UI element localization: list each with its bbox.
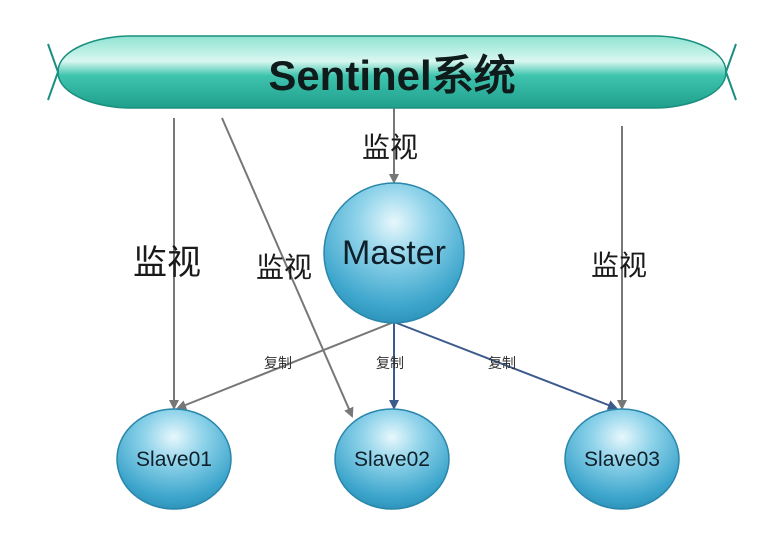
monitor-label-slave02: 监视	[256, 251, 313, 284]
replicate-label-slave02: 复制	[376, 356, 404, 372]
replicate-label-slave01: 复制	[264, 356, 292, 372]
replicate-label-slave03: 复制	[488, 356, 516, 372]
monitor-label-slave03: 监视	[591, 249, 648, 282]
banner-title: Sentinel系统	[268, 51, 516, 99]
monitor-label-master: 监视	[362, 131, 419, 164]
sentinel-diagram: Sentinel系统 监视 监视 监视 监视 复制 复制 复制 Master S…	[0, 0, 783, 542]
slave03-label: Slave03	[584, 448, 660, 471]
slave02-label: Slave02	[354, 448, 430, 471]
slave01-label: Slave01	[136, 448, 212, 471]
master-label: Master	[342, 233, 446, 272]
monitor-label-slave01: 监视	[133, 243, 201, 283]
